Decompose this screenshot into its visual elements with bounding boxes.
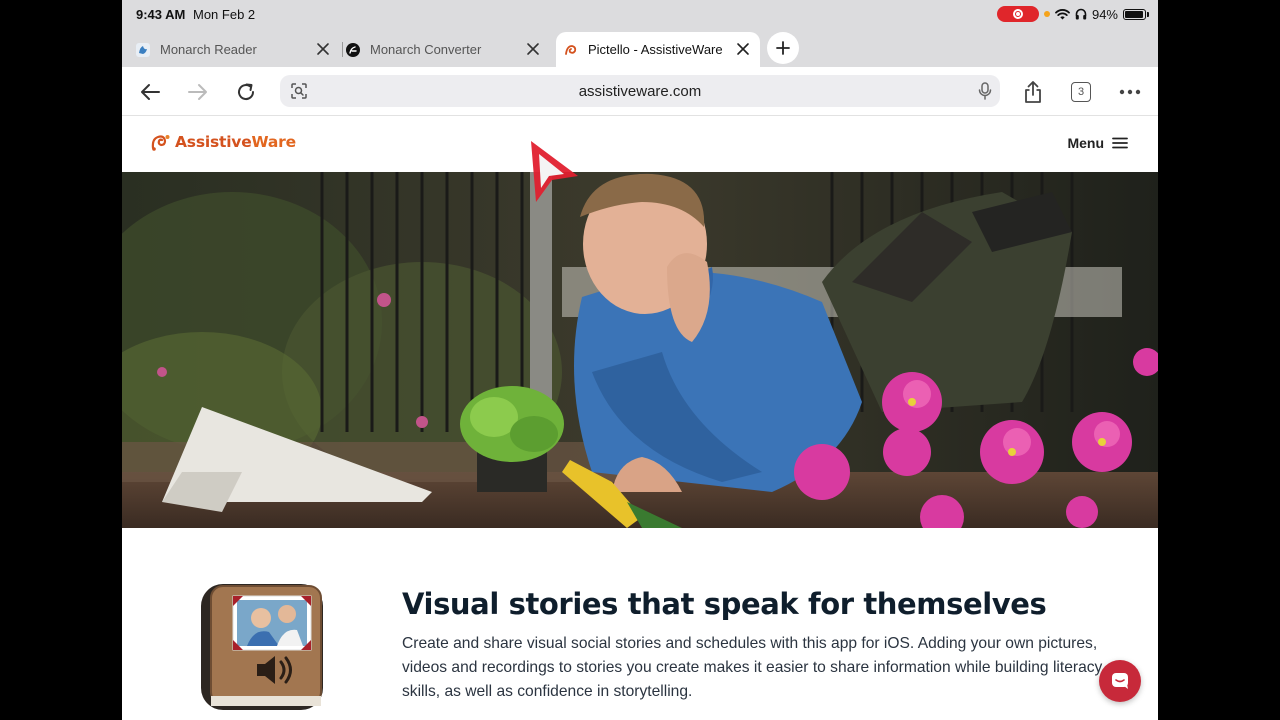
status-indicators: 94% <box>996 6 1149 22</box>
forward-button[interactable] <box>185 79 211 105</box>
menu-label: Menu <box>1067 135 1104 151</box>
logo-text-ware: Ware <box>251 133 297 151</box>
status-bar: 9:43 AM Mon Feb 2 94% <box>122 0 1158 28</box>
tab-count: 3 <box>1071 82 1091 102</box>
battery-fill <box>1125 10 1143 18</box>
tab-label: Pictello - AssistiveWare <box>588 42 723 57</box>
reload-button[interactable] <box>233 79 259 105</box>
site-header: AssistiveWare Menu <box>122 117 1158 172</box>
close-tab-icon[interactable] <box>314 40 332 58</box>
page-description: Create and share visual social stories a… <box>402 635 1103 700</box>
chat-launcher-button[interactable] <box>1099 660 1141 702</box>
tab-label: Monarch Converter <box>370 42 482 57</box>
pictello-app-icon-graphic <box>201 584 323 710</box>
screen-recording-icon[interactable] <box>996 6 1039 22</box>
plus-icon <box>776 41 790 55</box>
page-headline: Visual stories that speak for themselves <box>402 587 1047 621</box>
arrow-left-icon <box>141 84 160 100</box>
close-tab-icon[interactable] <box>734 40 752 58</box>
logo-text: AssistiveWare <box>175 133 296 151</box>
assistiveware-logo-mark <box>151 135 170 151</box>
hamburger-icon <box>1112 137 1128 149</box>
battery-percentage: 94% <box>1091 6 1118 22</box>
monarch-converter-icon <box>346 42 360 57</box>
assistiveware-logo[interactable]: AssistiveWare <box>150 132 296 152</box>
tab-monarch-reader[interactable]: Monarch Reader <box>136 32 340 67</box>
microphone-icon[interactable] <box>978 82 992 100</box>
pictello-app-icon <box>199 584 325 710</box>
product-intro: Visual stories that speak for themselves… <box>122 528 1158 720</box>
url-text: assistiveware.com <box>578 83 702 100</box>
status-time: 9:43 AM <box>136 7 186 22</box>
new-tab-button[interactable] <box>767 32 799 64</box>
address-bar[interactable]: assistiveware.com <box>280 75 1000 107</box>
headphones-icon <box>1075 8 1087 20</box>
pointer-cursor-icon <box>531 141 578 202</box>
menu-button[interactable]: Menu <box>1067 135 1128 151</box>
hero-photo-boy-in-garden <box>122 172 1158 528</box>
tab-label: Monarch Reader <box>160 42 257 57</box>
battery-icon <box>1123 8 1149 20</box>
back-button[interactable] <box>137 79 163 105</box>
chat-bubble-icon <box>1112 673 1128 689</box>
monarch-reader-icon <box>136 42 150 57</box>
hero-photo <box>122 172 1158 528</box>
more-options-button[interactable] <box>1117 79 1143 105</box>
browser-toolbar: assistiveware.com 3 <box>122 67 1158 116</box>
arrow-right-icon <box>188 84 207 100</box>
tab-monarch-converter[interactable]: Monarch Converter <box>342 32 550 67</box>
status-date: Mon Feb 2 <box>193 7 256 22</box>
ipad-screen: 9:43 AM Mon Feb 2 94% Monarch Reader Mon… <box>122 0 1158 720</box>
assistiveware-favicon <box>565 44 577 55</box>
share-icon <box>1025 81 1041 103</box>
close-tab-icon[interactable] <box>524 40 542 58</box>
tab-pictello-assistiveware[interactable]: Pictello - AssistiveWare <box>556 32 760 67</box>
wifi-icon <box>1055 9 1070 20</box>
mic-in-use-icon <box>1043 11 1050 17</box>
tab-strip: Monarch Reader Monarch Converter Pictell… <box>122 29 1158 67</box>
logo-text-assistive: Assistive <box>175 133 252 151</box>
reload-icon <box>238 83 255 101</box>
browser-chrome: 9:43 AM Mon Feb 2 94% Monarch Reader Mon… <box>122 0 1158 67</box>
tab-overview-button[interactable]: 3 <box>1068 79 1094 105</box>
ellipsis-icon <box>1119 89 1141 95</box>
share-button[interactable] <box>1020 79 1046 105</box>
